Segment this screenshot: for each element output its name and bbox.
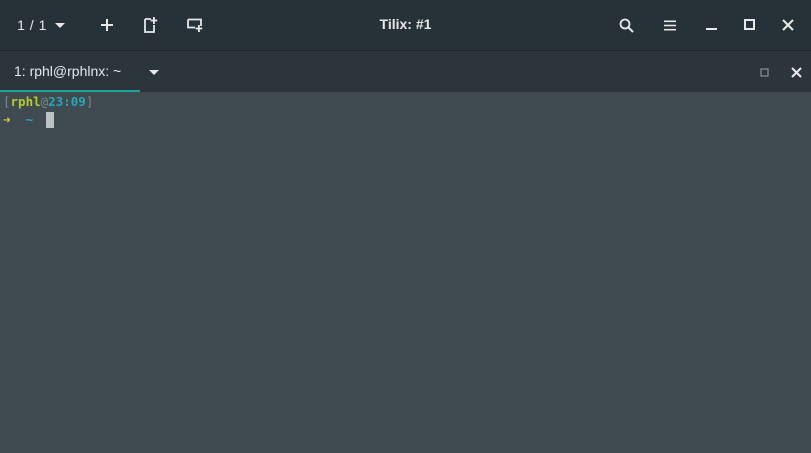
add-session-icon — [144, 17, 158, 33]
search-icon — [619, 18, 634, 33]
sync-input-icon — [187, 18, 203, 32]
maximize-icon — [759, 67, 769, 77]
prompt-arrow: ➜ — [3, 112, 11, 127]
prompt-open-bracket: [ — [3, 94, 11, 109]
window-title: Tilix: #1 — [379, 16, 432, 32]
maximize-icon — [744, 19, 755, 30]
terminal-title-bar: 1: rphl@rphlnx: ~ — [0, 50, 811, 92]
plus-icon — [101, 19, 113, 31]
hamburger-menu-icon — [664, 20, 676, 30]
prompt-cwd: ~ — [25, 112, 34, 127]
command-line: ➜ ~ — [3, 111, 33, 129]
new-session-button[interactable] — [136, 8, 166, 42]
session-count: 1 / 1 — [17, 17, 47, 33]
terminal-close-button[interactable] — [786, 62, 806, 82]
close-icon — [790, 66, 802, 78]
minimize-button[interactable] — [697, 8, 727, 42]
terminal-tab-label: 1: rphl@rphlnx: ~ — [14, 63, 122, 79]
prompt-close-bracket: ] — [85, 94, 94, 109]
sync-input-button[interactable] — [180, 8, 210, 42]
terminal-output[interactable]: [rphl@23:09] ➜ ~ — [0, 92, 811, 453]
app-menu-button[interactable] — [655, 8, 685, 42]
prompt-time: 23:09 — [48, 94, 86, 109]
tilix-window: 1 / 1 Tilix: #1 1: rphl@rphlnx: ~ [rphl@… — [0, 0, 811, 453]
terminal-maximize-button[interactable] — [755, 63, 773, 81]
terminal-tab[interactable]: 1: rphl@rphlnx: ~ — [0, 51, 140, 92]
find-button[interactable] — [611, 8, 641, 42]
close-window-button[interactable] — [773, 8, 803, 42]
terminal-menu-button[interactable] — [144, 63, 164, 81]
chevron-down-icon — [149, 69, 159, 75]
close-icon — [782, 19, 794, 31]
session-switcher-button[interactable]: 1 / 1 — [6, 8, 76, 42]
header-bar: 1 / 1 Tilix: #1 — [0, 0, 811, 50]
maximize-button[interactable] — [735, 8, 765, 42]
chevron-down-icon — [54, 22, 65, 28]
prompt-line: [rphl@23:09] — [3, 93, 93, 111]
minimize-icon — [706, 28, 717, 30]
terminal-cursor — [46, 112, 54, 128]
add-terminal-button[interactable] — [92, 8, 122, 42]
prompt-user: rphl — [10, 94, 41, 109]
